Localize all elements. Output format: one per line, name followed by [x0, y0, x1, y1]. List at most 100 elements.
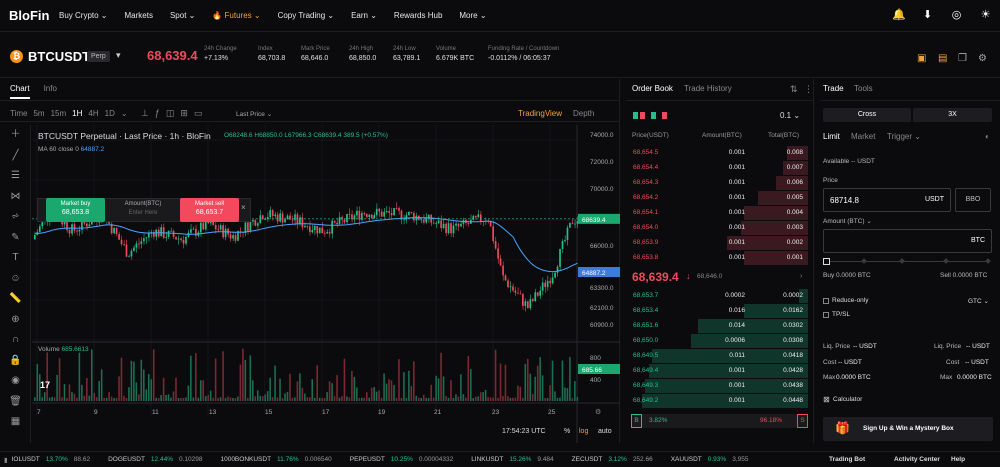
- nav-item[interactable]: 🔥 Futures ⌄: [212, 11, 260, 20]
- timeframe-2[interactable]: 15m: [51, 109, 67, 118]
- trash-icon[interactable]: 🗑: [0, 392, 31, 413]
- margin-mode-button[interactable]: Cross: [823, 108, 911, 122]
- tab-chart[interactable]: Chart: [10, 84, 30, 99]
- chevron-right-icon[interactable]: ›: [800, 273, 802, 280]
- symbol-name[interactable]: BTCUSDT: [28, 49, 90, 64]
- book-view-both-icon[interactable]: [633, 112, 638, 119]
- market-buy-button[interactable]: Market buy 68,653.8: [46, 198, 105, 222]
- lock-icon[interactable]: 🔒: [0, 351, 31, 372]
- timeframe-5[interactable]: 1D: [105, 109, 115, 118]
- nav-item[interactable]: Copy Trading ⌄: [278, 11, 335, 20]
- nav-item[interactable]: Markets: [125, 11, 153, 20]
- tpsl-checkbox[interactable]: [823, 312, 829, 318]
- ask-row[interactable]: 68,654.3 0.001 0.006: [631, 176, 808, 191]
- magnet-icon[interactable]: ∩: [0, 330, 31, 351]
- log-toggle[interactable]: log: [579, 428, 588, 435]
- tradingview-toggle[interactable]: TradingView: [518, 109, 562, 118]
- precision-select[interactable]: 0.1 ⌄: [780, 111, 800, 120]
- bell-icon[interactable]: 🔔: [892, 9, 906, 22]
- amount-slider[interactable]: [830, 261, 990, 262]
- calendar-icon[interactable]: ▦: [0, 412, 31, 433]
- bid-row[interactable]: 68,650.0 0.0006 0.0308: [631, 334, 808, 349]
- info-icon[interactable]: ◐: [985, 132, 990, 141]
- ask-row[interactable]: 68,654.4 0.001 0.007: [631, 161, 808, 176]
- tab-trade[interactable]: Trade: [823, 84, 844, 93]
- pattern-icon[interactable]: ⋈: [0, 187, 31, 208]
- footer-link-1[interactable]: Activity Center: [894, 456, 940, 463]
- theme-icon[interactable]: ☀: [979, 9, 992, 22]
- eye-icon[interactable]: ◉: [0, 371, 31, 392]
- crosshair-icon[interactable]: ＋: [0, 125, 31, 146]
- globe-icon[interactable]: ◎: [950, 9, 963, 22]
- nav-item[interactable]: Earn ⌄: [351, 11, 377, 20]
- book-view-bids-icon[interactable]: [651, 112, 656, 119]
- ask-row[interactable]: 68,654.0 0.001 0.003: [631, 221, 808, 236]
- bid-row[interactable]: 68,649.3 0.001 0.0438: [631, 379, 808, 394]
- projection-icon[interactable]: ⩫: [0, 207, 31, 228]
- price-input[interactable]: 68714.8 USDT: [823, 188, 951, 212]
- tab-order-book[interactable]: Order Book: [632, 84, 673, 93]
- amount-slider-handle[interactable]: [823, 258, 830, 265]
- amount-label[interactable]: Amount (BTC) ⌄: [823, 217, 872, 225]
- close-icon[interactable]: ×: [241, 203, 246, 212]
- reduce-only-checkbox[interactable]: [823, 298, 829, 304]
- ticker-item[interactable]: IOLUSDT 13.70% 88.62: [12, 456, 91, 463]
- candlestick-chart[interactable]: 74000.072000.070000.068000.066000.064000…: [32, 125, 620, 443]
- ticker-item[interactable]: DOGEUSDT 12.44% 0.10298: [108, 456, 202, 463]
- more-icon[interactable]: ⋮: [804, 84, 813, 95]
- price-type-select[interactable]: Last Price ⌄: [236, 110, 272, 118]
- bid-row[interactable]: 68,649.2 0.001 0.0448: [631, 394, 808, 409]
- auto-toggle[interactable]: auto: [598, 428, 612, 435]
- depth-toggle[interactable]: Depth: [573, 109, 594, 118]
- nav-item[interactable]: Buy Crypto ⌄: [59, 11, 108, 20]
- settings-icon[interactable]: ⚙: [978, 53, 987, 64]
- nav-item[interactable]: More ⌄: [459, 11, 486, 20]
- ticker-item[interactable]: PEPEUSDT 10.25% 0.00004332: [350, 456, 453, 463]
- tab-trigger[interactable]: Trigger ⌄: [887, 132, 921, 141]
- footer-link-2[interactable]: Help: [951, 456, 965, 463]
- fib-icon[interactable]: ☰: [0, 166, 31, 187]
- nav-item[interactable]: Rewards Hub: [394, 11, 442, 20]
- blofin-logo[interactable]: BloFin: [9, 8, 59, 23]
- shop-icon[interactable]: ▣: [917, 53, 926, 64]
- tab-info[interactable]: Info: [44, 84, 57, 99]
- market-sell-button[interactable]: Market sell 68,653.7: [180, 198, 239, 222]
- tab-trade-history[interactable]: Trade History: [684, 84, 732, 93]
- bid-row[interactable]: 68,653.7 0.0002 0.0002: [631, 289, 808, 304]
- chart-tool-icons[interactable]: ⊥ƒ◫⊞▭: [141, 108, 208, 119]
- ask-row[interactable]: 68,653.8 0.001 0.001: [631, 251, 808, 266]
- time-in-force-select[interactable]: GTC ⌄: [968, 297, 989, 305]
- timeframe-3[interactable]: 1H: [72, 109, 82, 118]
- ticker-item[interactable]: ZECUSDT 3.12% 252.66: [572, 456, 653, 463]
- calculator-link[interactable]: Calculator: [833, 396, 862, 403]
- amount-input[interactable]: BTC: [823, 229, 992, 253]
- timeframe-6[interactable]: ⌄: [121, 109, 128, 118]
- tab-limit[interactable]: Limit: [823, 132, 840, 141]
- timeframe-1[interactable]: 5m: [33, 109, 44, 118]
- nav-item[interactable]: Spot ⌄: [170, 11, 195, 20]
- calculator-icon[interactable]: ▤: [938, 53, 947, 64]
- ask-row[interactable]: 68,654.1 0.001 0.004: [631, 206, 808, 221]
- ask-row[interactable]: 68,654.5 0.001 0.008: [631, 146, 808, 161]
- promo-banner[interactable]: 🎁 Sign Up & Win a Mystery Box: [823, 417, 993, 441]
- copy-icon[interactable]: ❐: [958, 53, 967, 64]
- tab-tools[interactable]: Tools: [854, 84, 873, 93]
- footer-link-0[interactable]: Trading Bot: [829, 456, 865, 463]
- bid-row[interactable]: 68,649.4 0.001 0.0428: [631, 364, 808, 379]
- brush-icon[interactable]: ✎: [0, 228, 31, 249]
- bid-row[interactable]: 68,653.4 0.016 0.0162: [631, 304, 808, 319]
- trendline-icon[interactable]: ╱: [0, 146, 31, 167]
- ticker-item[interactable]: 1000BONKUSDT 11.76% 0.006540: [220, 456, 331, 463]
- text-icon[interactable]: T: [0, 248, 31, 269]
- zoom-icon[interactable]: ⊕: [0, 310, 31, 331]
- symbol-dropdown-icon[interactable]: ▾: [116, 50, 121, 61]
- ticker-item[interactable]: XAUUSDT 0.93% 3,955: [671, 456, 749, 463]
- filter-icon[interactable]: ⇅: [790, 84, 798, 95]
- ruler-icon[interactable]: 📏: [0, 289, 31, 310]
- bid-row[interactable]: 68,649.5 0.011 0.0418: [631, 349, 808, 364]
- tab-market[interactable]: Market: [851, 132, 875, 141]
- timeframe-4[interactable]: 4H: [88, 109, 98, 118]
- emoji-icon[interactable]: ☺: [0, 269, 31, 290]
- ticker-item[interactable]: LINKUSDT 15.26% 9.484: [471, 456, 553, 463]
- download-icon[interactable]: ⬇: [921, 9, 934, 22]
